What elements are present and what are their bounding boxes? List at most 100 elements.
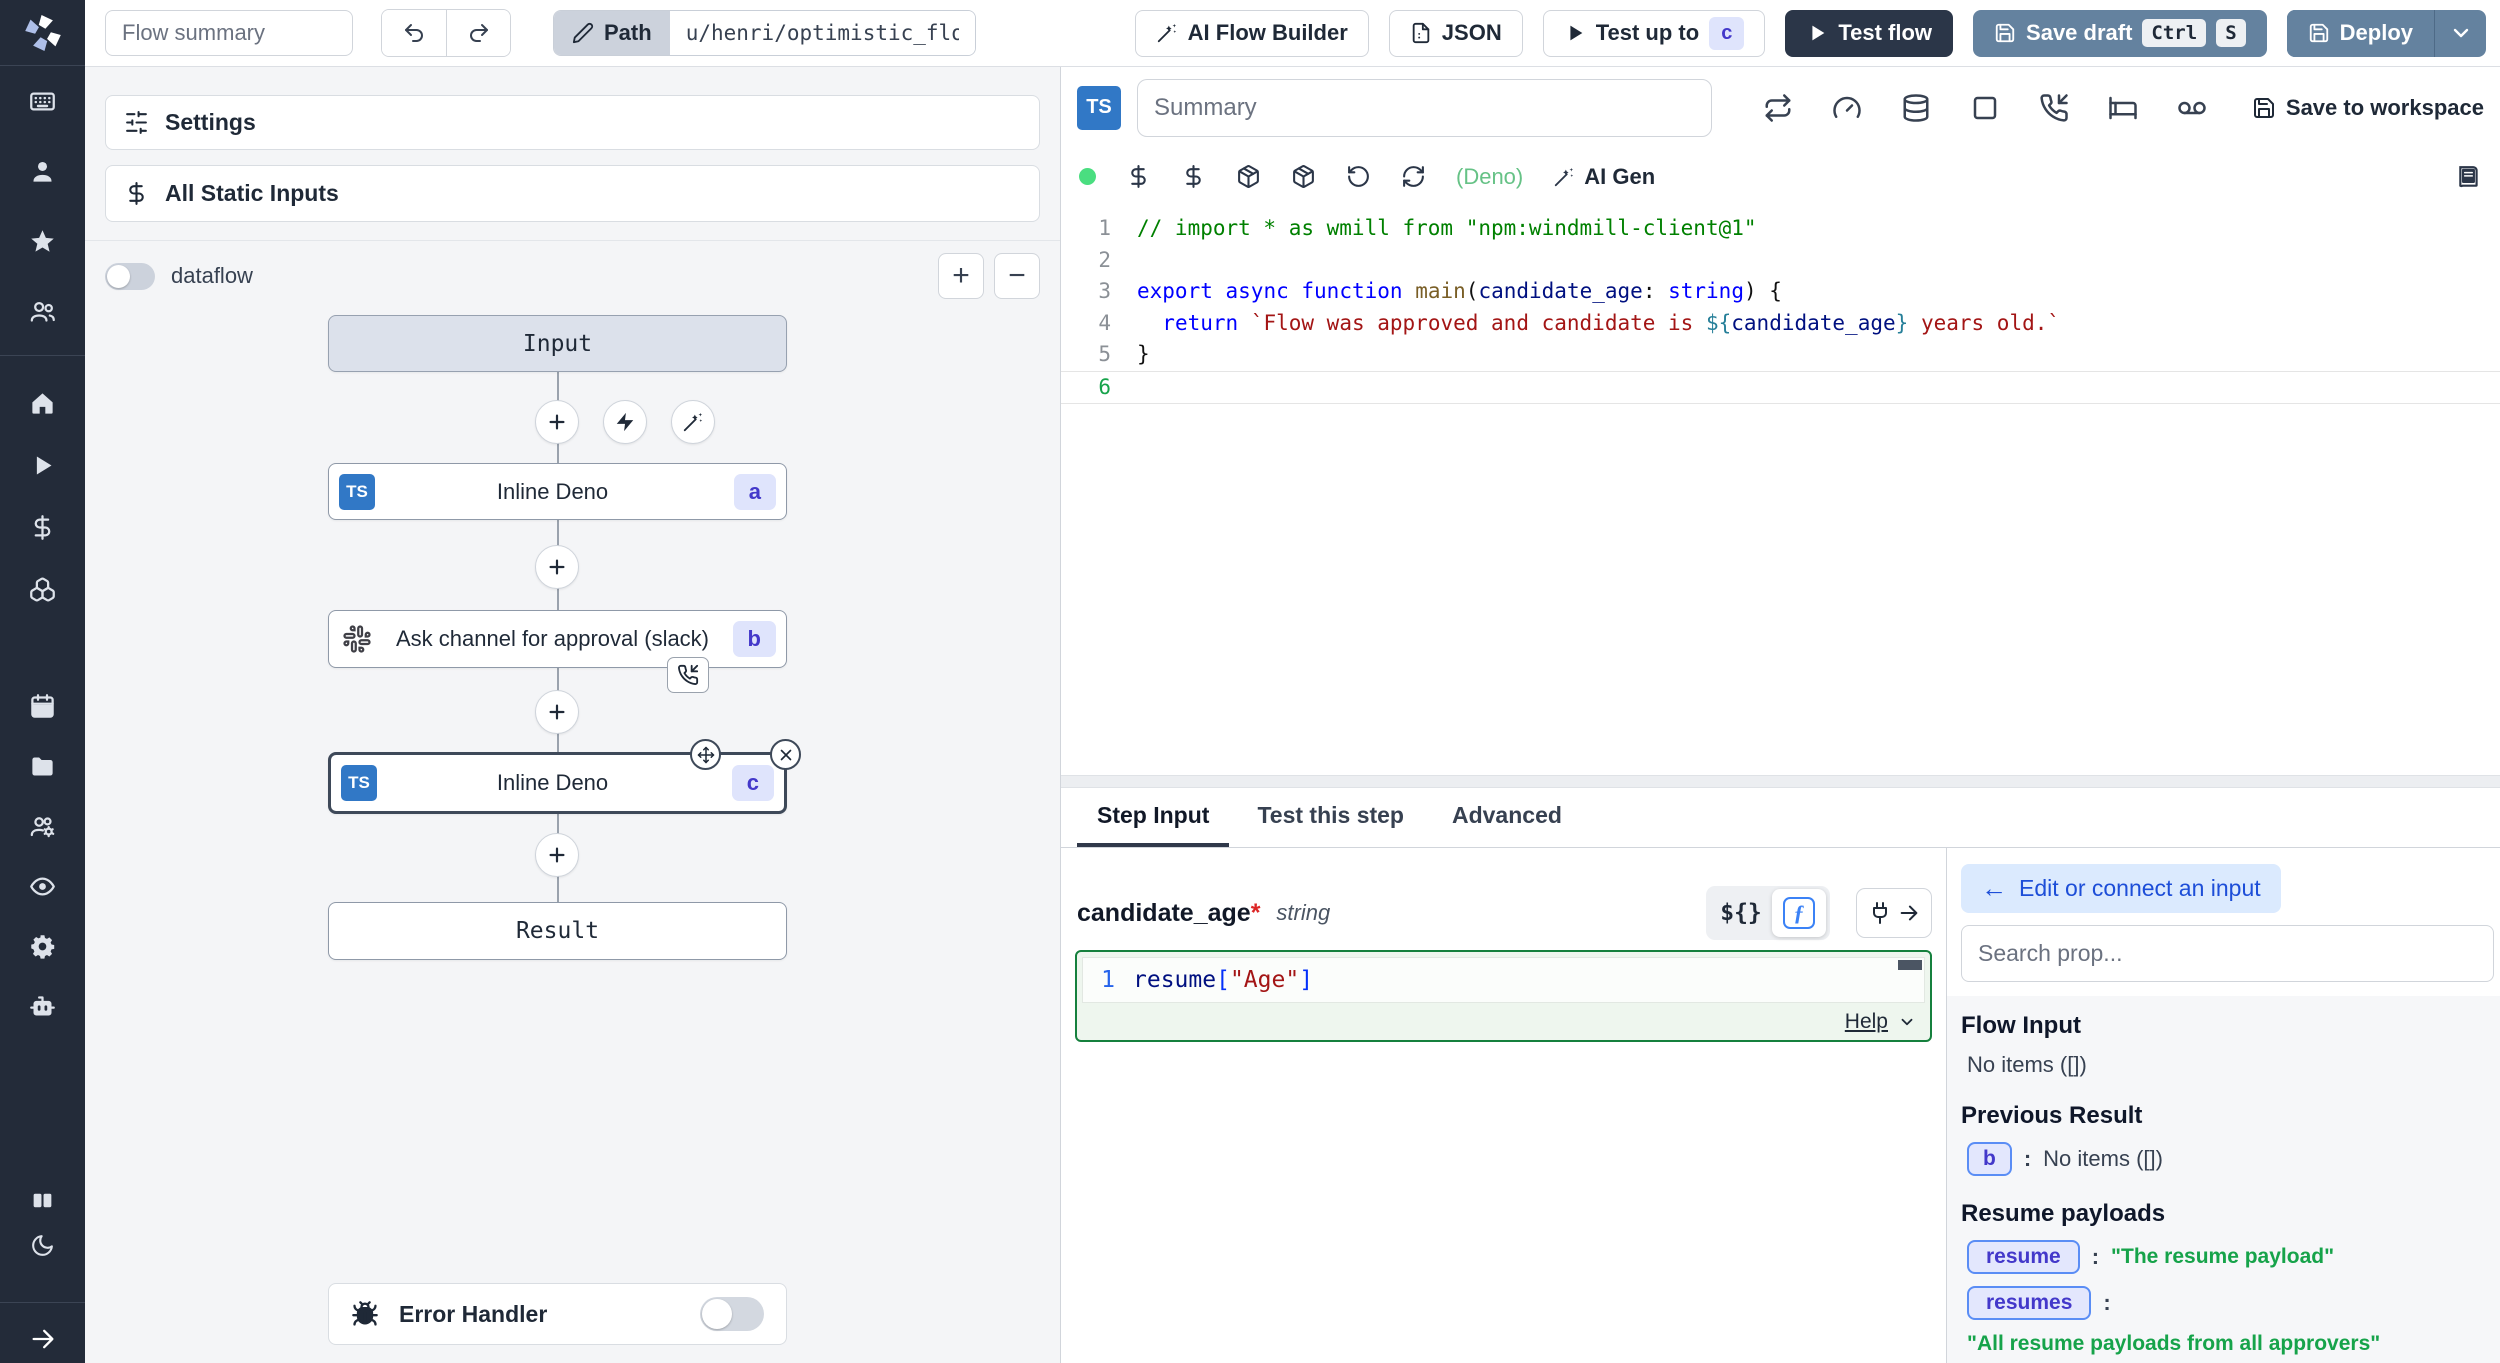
move-node-handle[interactable] [690, 739, 721, 770]
flow-node-input[interactable]: Input [328, 315, 787, 372]
redo-button[interactable] [446, 10, 510, 56]
package-icon[interactable] [1291, 164, 1316, 189]
zoom-out-button[interactable]: − [994, 253, 1040, 299]
flow-settings-button[interactable]: Settings [105, 95, 1040, 150]
prop-key-badge[interactable]: resume [1967, 1240, 2080, 1274]
deploy-button[interactable]: Deploy [2287, 10, 2434, 57]
prop-key-badge[interactable]: b [1967, 1142, 2012, 1176]
package-icon[interactable] [1236, 164, 1261, 189]
windmill-logo-icon[interactable] [21, 11, 65, 55]
insert-step-button[interactable] [535, 400, 579, 444]
dataflow-row: dataflow + − [105, 253, 1040, 299]
apps-icon[interactable] [29, 88, 56, 115]
calendar-icon[interactable] [29, 693, 56, 720]
connect-input-button[interactable] [1856, 888, 1932, 938]
star-icon[interactable] [29, 228, 56, 255]
edit-or-connect-button[interactable]: ← Edit or connect an input [1961, 864, 2281, 913]
database-icon[interactable] [1901, 93, 1931, 123]
flow-node-a[interactable]: TS Inline Deno a [328, 463, 787, 520]
code-line[interactable]: 6 [1061, 371, 2500, 405]
code-editor[interactable]: 1// import * as wmill from "npm:windmill… [1061, 205, 2500, 775]
all-static-inputs-button[interactable]: All Static Inputs [105, 165, 1040, 222]
code-line[interactable]: 4 return `Flow was approved and candidat… [1061, 308, 2500, 340]
users-cog-icon[interactable] [29, 813, 56, 840]
ai-suggest-button[interactable] [671, 400, 715, 444]
tab-test-this-step[interactable]: Test this step [1237, 788, 1424, 847]
code-line[interactable]: 5} [1061, 339, 2500, 371]
prop-section: Resume payloadsresume:"The resume payloa… [1961, 1200, 2486, 1363]
phone-incoming-icon[interactable] [2039, 93, 2069, 123]
path-input[interactable] [670, 11, 975, 55]
search-prop-input[interactable] [1961, 925, 2494, 982]
file-json-icon [1410, 22, 1432, 44]
language-label[interactable]: (Deno) [1456, 164, 1523, 190]
bot-icon[interactable] [29, 993, 56, 1020]
prop-colon: : [2103, 1290, 2110, 1316]
sidebar-divider [0, 355, 85, 356]
delete-node-button[interactable] [770, 739, 801, 770]
trigger-button[interactable] [603, 400, 647, 444]
user-icon[interactable] [29, 158, 56, 185]
error-handler-toggle[interactable] [700, 1297, 764, 1331]
ai-gen-button[interactable]: AI Gen [1553, 164, 1655, 190]
moon-icon[interactable] [30, 1233, 55, 1258]
insert-step-button[interactable] [535, 690, 579, 734]
dollar-icon[interactable] [29, 514, 56, 541]
expr-line-number: 1 [1083, 967, 1133, 993]
save-to-workspace-button[interactable]: Save to workspace [2252, 95, 2484, 121]
help-link[interactable]: Help [1845, 1010, 1888, 1034]
folder-icon[interactable] [29, 753, 56, 780]
flow-node-result[interactable]: Result [328, 902, 787, 960]
gauge-icon[interactable] [1832, 93, 1862, 123]
code-line[interactable]: 3export async function main(candidate_ag… [1061, 276, 2500, 308]
expr-mode-button[interactable]: ƒ [1772, 889, 1826, 937]
users-icon[interactable] [29, 298, 56, 325]
boxes-icon[interactable] [29, 576, 56, 603]
path-button[interactable]: Path [554, 11, 670, 55]
editor-toolbar: (Deno) AI Gen [1061, 148, 2500, 205]
slack-icon [342, 624, 372, 654]
step-summary-input[interactable] [1137, 79, 1712, 137]
dollar-icon[interactable] [1181, 164, 1206, 189]
flow-node-b[interactable]: Ask channel for approval (slack) b [328, 610, 787, 668]
expr-code-line[interactable]: resume["Age"] [1133, 967, 1313, 993]
chevron-down-icon[interactable] [1898, 1013, 1916, 1031]
save-draft-button[interactable]: Save draft Ctrl S [1973, 10, 2267, 57]
expression-editor[interactable]: 1 resume["Age"] Help [1075, 950, 1932, 1042]
arrow-right-icon[interactable] [29, 1325, 57, 1353]
insert-step-button[interactable] [535, 545, 579, 589]
dollar-icon[interactable] [1126, 164, 1151, 189]
flow-summary-input[interactable] [105, 10, 353, 56]
bed-icon[interactable] [2108, 93, 2138, 123]
dataflow-toggle[interactable] [105, 263, 155, 290]
rotate-ccw-icon[interactable] [1346, 164, 1371, 189]
template-mode-button[interactable]: ${} [1710, 900, 1772, 926]
undo-button[interactable] [382, 10, 446, 56]
eye-icon[interactable] [29, 873, 56, 900]
settings-icon[interactable] [29, 933, 56, 960]
tab-step-input[interactable]: Step Input [1077, 788, 1229, 847]
repeat-icon[interactable] [1763, 93, 1793, 123]
book-icon[interactable] [30, 1189, 55, 1214]
prop-key-badge[interactable]: resumes [1967, 1286, 2091, 1320]
code-line[interactable]: 1// import * as wmill from "npm:windmill… [1061, 205, 2500, 245]
prop-row: "All resume payloads from all approvers" [1961, 1332, 2486, 1356]
deploy-dropdown-button[interactable] [2434, 10, 2486, 57]
code-line[interactable]: 2 [1061, 245, 2500, 277]
zoom-in-button[interactable]: + [938, 253, 984, 299]
play-icon[interactable] [29, 452, 56, 479]
voicemail-icon[interactable] [2177, 93, 2207, 123]
field-name-label: candidate_age [1077, 899, 1251, 928]
refresh-cw-icon[interactable] [1401, 164, 1426, 189]
code-text [1137, 372, 2500, 404]
insert-step-button[interactable] [535, 833, 579, 877]
panel-resize-divider[interactable] [1061, 775, 2500, 788]
test-flow-button[interactable]: Test flow [1785, 10, 1953, 57]
tab-advanced[interactable]: Advanced [1432, 788, 1582, 847]
ai-flow-builder-button[interactable]: AI Flow Builder [1135, 10, 1369, 57]
docs-book-icon[interactable] [2456, 164, 2482, 190]
json-button[interactable]: JSON [1389, 10, 1523, 57]
test-up-to-button[interactable]: Test up to c [1543, 10, 1766, 57]
square-icon[interactable] [1970, 93, 2000, 123]
home-icon[interactable] [29, 390, 56, 417]
